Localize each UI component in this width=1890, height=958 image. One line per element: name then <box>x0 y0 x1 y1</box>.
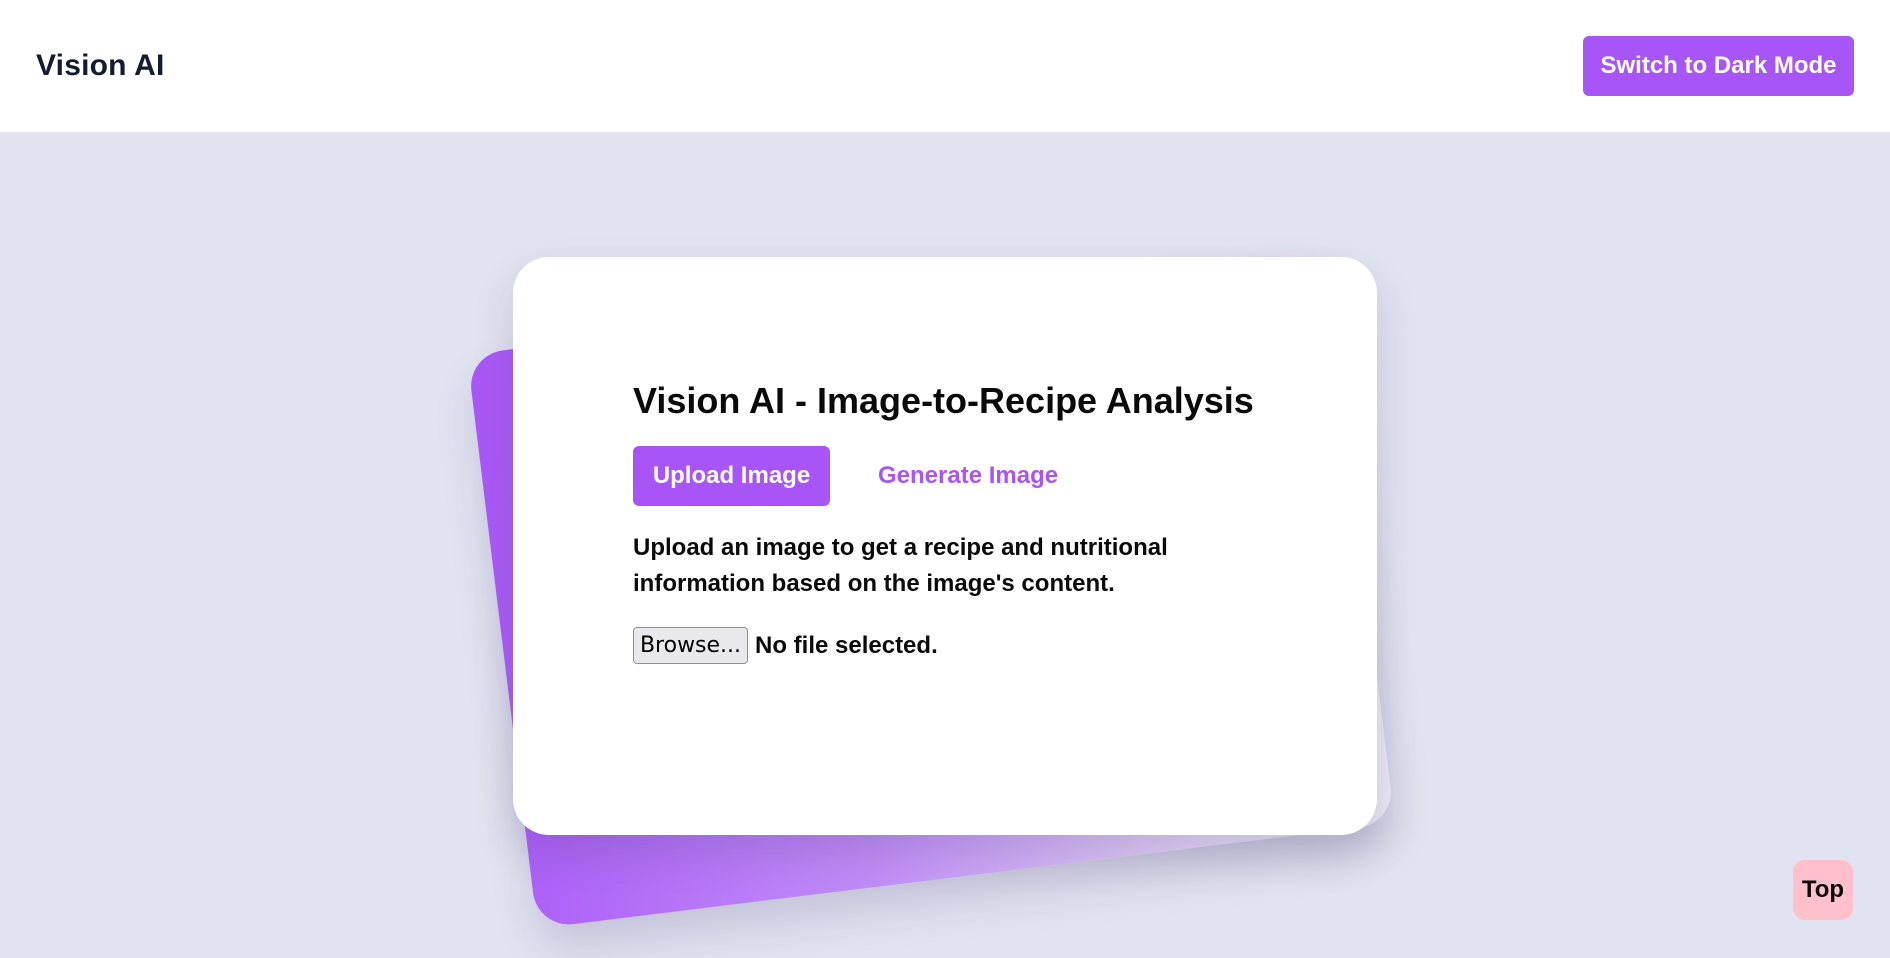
upload-description: Upload an image to get a recipe and nutr… <box>633 534 1168 597</box>
mode-tabs: Upload Image Generate Image <box>633 446 1253 506</box>
brand-title: Vision AI <box>36 49 165 82</box>
scroll-to-top-button[interactable]: Top <box>1793 860 1853 920</box>
card-content: Vision AI - Image-to-Recipe Analysis Upl… <box>633 378 1254 664</box>
recipe-analysis-card: Vision AI - Image-to-Recipe Analysis Upl… <box>513 257 1377 835</box>
main-area: Vision AI - Image-to-Recipe Analysis Upl… <box>0 132 1890 958</box>
top-header: Vision AI Switch to Dark Mode <box>0 0 1890 132</box>
tab-upload-image[interactable]: Upload Image <box>633 446 830 506</box>
dark-mode-toggle-button[interactable]: Switch to Dark Mode <box>1583 36 1854 96</box>
tab-generate-image[interactable]: Generate Image <box>878 462 1058 490</box>
file-status-text: No file selected. <box>755 631 938 659</box>
browse-button[interactable]: Browse... <box>633 627 748 664</box>
file-input: Browse... No file selected. <box>633 627 1253 664</box>
card-title: Vision AI - Image-to-Recipe Analysis <box>633 380 1254 421</box>
